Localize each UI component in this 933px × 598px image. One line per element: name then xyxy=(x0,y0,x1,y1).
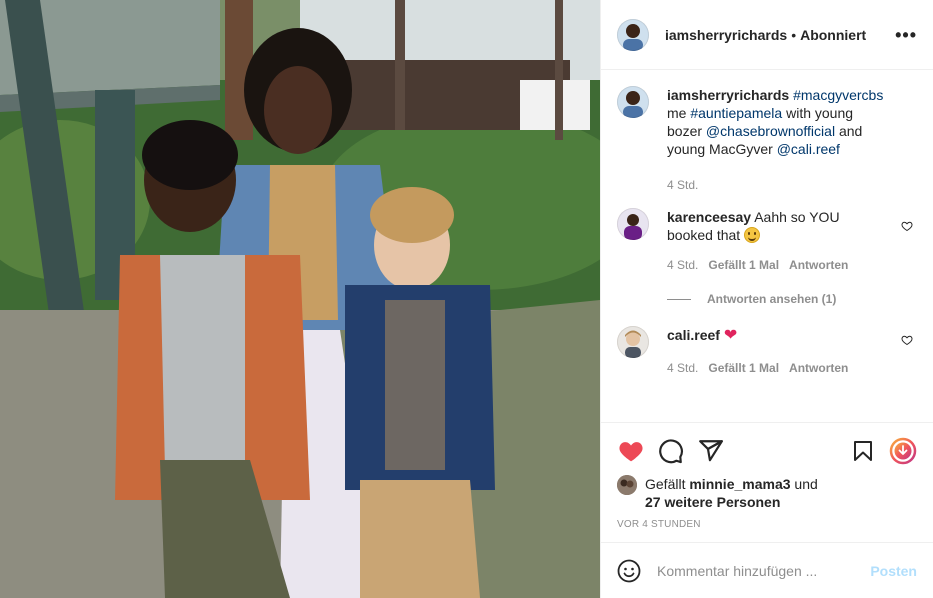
caption-hashtag[interactable]: #auntiepamela xyxy=(690,105,782,121)
bookmark-icon[interactable] xyxy=(849,437,877,465)
heart-filled-icon[interactable] xyxy=(617,437,645,465)
caption-time[interactable]: 4 Std. xyxy=(667,176,698,194)
send-icon[interactable] xyxy=(697,437,725,465)
comment-time[interactable]: 4 Std. xyxy=(667,359,698,377)
smiling-face-emoji xyxy=(744,227,761,243)
comments-list: iamsherryrichards #macgyvercbs me #aunti… xyxy=(601,70,933,422)
liker-username[interactable]: minnie_mama3 xyxy=(689,476,790,492)
follow-status-button[interactable]: Abonniert xyxy=(800,27,866,43)
reply-button[interactable]: Antworten xyxy=(789,256,848,274)
comment-item: cali.reef ❤ 4 Std. Gefällt 1 Mal Antwort… xyxy=(617,326,917,377)
comment-username[interactable]: cali.reef xyxy=(667,327,720,343)
caption-meta: 4 Std. xyxy=(667,176,889,194)
add-comment-bar: Posten xyxy=(601,542,933,598)
liker-avatar[interactable] xyxy=(617,475,637,495)
caption-hashtag[interactable]: #macgyvercbs xyxy=(793,87,883,103)
post-sidebar: iamsherryrichards • Abonniert ••• iamshe… xyxy=(600,0,933,598)
comment-like-icon[interactable] xyxy=(901,220,913,232)
instagram-post: iamsherryrichards • Abonniert ••• iamshe… xyxy=(0,0,933,598)
author-username[interactable]: iamsherryrichards xyxy=(665,27,787,43)
more-horizontal-icon[interactable]: ••• xyxy=(895,26,917,44)
caption-text: me xyxy=(667,105,691,121)
comment-avatar[interactable] xyxy=(617,208,649,240)
caption: iamsherryrichards #macgyvercbs me #aunti… xyxy=(617,86,917,194)
author-avatar[interactable] xyxy=(617,18,649,51)
reply-button[interactable]: Antworten xyxy=(789,359,848,377)
caption-mention[interactable]: @cali.reef xyxy=(777,141,840,157)
comment-avatar[interactable] xyxy=(617,326,649,358)
photo-image xyxy=(0,0,600,598)
red-heart-emoji: ❤ xyxy=(723,327,738,344)
likes-conj: und xyxy=(794,476,818,492)
likes-prefix: Gefällt xyxy=(645,476,686,492)
post-actions: Gefällt minnie_mama3 und 27 weitere Pers… xyxy=(601,422,933,542)
comment-username[interactable]: karenceesay xyxy=(667,209,751,225)
view-replies-label: Antworten ansehen (1) xyxy=(707,292,837,306)
caption-body: iamsherryrichards #macgyvercbs me #aunti… xyxy=(667,86,917,194)
post-timestamp[interactable]: VOR 4 STUNDEN xyxy=(617,519,917,530)
likes-text: Gefällt minnie_mama3 und 27 weitere Pers… xyxy=(645,475,818,511)
likes-others-link[interactable]: 27 weitere Personen xyxy=(645,494,780,510)
caption-avatar[interactable] xyxy=(617,86,649,118)
comment-meta: 4 Std. Gefällt 1 Mal Antworten xyxy=(667,256,889,274)
post-photo[interactable] xyxy=(0,0,600,598)
comment-body: cali.reef ❤ 4 Std. Gefällt 1 Mal Antwort… xyxy=(667,326,917,377)
caption-mention[interactable]: @chasebrownofficial xyxy=(706,123,835,139)
comment-input[interactable] xyxy=(657,562,871,579)
comment-meta: 4 Std. Gefällt 1 Mal Antworten xyxy=(667,359,889,377)
comment-time[interactable]: 4 Std. xyxy=(667,256,698,274)
download-icon[interactable] xyxy=(889,437,917,465)
post-header: iamsherryrichards • Abonniert ••• xyxy=(601,0,933,70)
comment-likes[interactable]: Gefällt 1 Mal xyxy=(708,256,779,274)
smiley-icon[interactable] xyxy=(617,559,641,583)
header-separator: • xyxy=(791,26,797,43)
view-replies-button[interactable]: Antworten ansehen (1) xyxy=(667,292,917,306)
comment-body: karenceesay Aahh so YOU booked that 4 St… xyxy=(667,208,917,274)
caption-username[interactable]: iamsherryrichards xyxy=(667,87,789,103)
comment-item: karenceesay Aahh so YOU booked that 4 St… xyxy=(617,208,917,274)
action-icons xyxy=(617,431,917,471)
comment-icon[interactable] xyxy=(657,437,685,465)
comment-likes[interactable]: Gefällt 1 Mal xyxy=(708,359,779,377)
post-comment-button[interactable]: Posten xyxy=(870,563,917,579)
comment-like-icon[interactable] xyxy=(901,334,913,346)
likes-summary: Gefällt minnie_mama3 und 27 weitere Pers… xyxy=(617,475,917,511)
view-replies-line xyxy=(667,298,691,300)
